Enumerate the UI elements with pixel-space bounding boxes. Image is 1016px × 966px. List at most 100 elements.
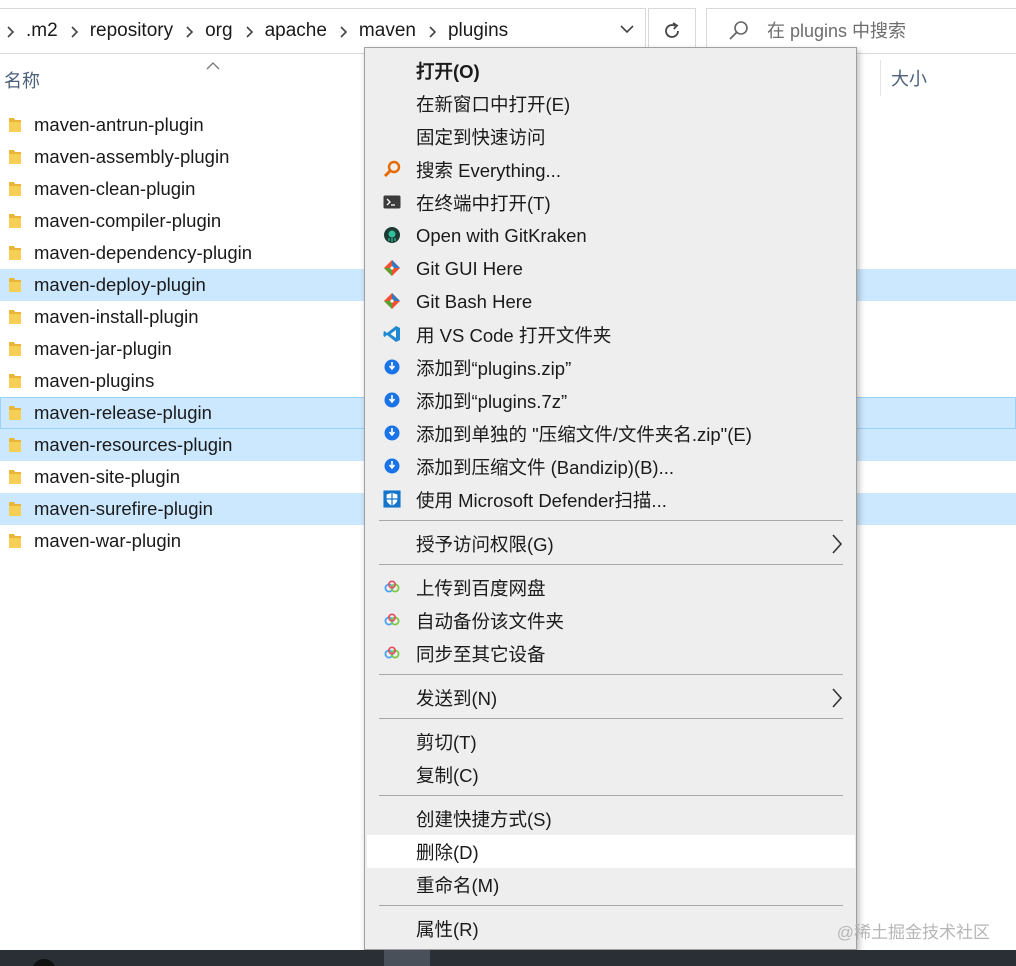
menu-item-create-shortcut[interactable]: 创建快捷方式(S) <box>367 802 855 835</box>
address-bar: .m2 repository org apache maven plugins <box>0 0 1016 54</box>
refresh-icon <box>665 22 679 38</box>
menu-separator <box>379 905 843 906</box>
baidu-netdisk-icon <box>383 578 401 596</box>
chevron-right-icon <box>831 688 843 713</box>
bandizip-icon <box>383 457 401 475</box>
git-diamond-icon <box>383 292 401 310</box>
menu-item-auto-backup[interactable]: 自动备份该文件夹 <box>367 604 855 637</box>
breadcrumb-item[interactable]: .m2 <box>0 20 64 42</box>
folder-icon <box>9 182 21 196</box>
chevron-right-icon[interactable] <box>0 23 22 40</box>
menu-item-defender-scan[interactable]: 使用 Microsoft Defender扫描... <box>367 483 855 516</box>
menu-item-grant-access[interactable]: 授予访问权限(G) <box>367 527 855 560</box>
menu-separator <box>379 520 843 521</box>
breadcrumb-item[interactable]: repository <box>64 20 179 42</box>
menu-item-send-to[interactable]: 发送到(N) <box>367 681 855 714</box>
file-name: maven-release-plugin <box>34 402 212 423</box>
git-diamond-icon <box>383 259 401 277</box>
file-name: maven-compiler-plugin <box>34 210 222 231</box>
context-menu: 打开(O) 在新窗口中打开(E) 固定到快速访问 搜索 Everything..… <box>364 47 857 950</box>
file-name: maven-plugins <box>34 370 155 391</box>
sort-up-icon <box>206 58 220 76</box>
folder-icon <box>9 118 21 132</box>
menu-item-properties[interactable]: 属性(R) <box>367 912 855 945</box>
menu-item-copy[interactable]: 复制(C) <box>367 758 855 791</box>
breadcrumb-item[interactable]: maven <box>333 20 422 42</box>
column-header-size[interactable]: 大小 <box>880 60 927 96</box>
file-name: maven-site-plugin <box>34 466 181 487</box>
menu-item-search-everything[interactable]: 搜索 Everything... <box>367 153 855 186</box>
menu-item-open-vscode[interactable]: 用 VS Code 打开文件夹 <box>367 318 855 351</box>
menu-item-add-bandizip[interactable]: 添加到压缩文件 (Bandizip)(B)... <box>367 450 855 483</box>
folder-icon <box>9 342 21 356</box>
file-name: maven-dependency-plugin <box>34 242 253 263</box>
menu-separator <box>379 795 843 796</box>
menu-item-open-terminal[interactable]: 在终端中打开(T) <box>367 186 855 219</box>
file-name: maven-war-plugin <box>34 530 182 551</box>
menu-separator <box>379 564 843 565</box>
breadcrumb-item[interactable]: plugins <box>422 20 514 42</box>
file-name: maven-resources-plugin <box>34 434 233 455</box>
menu-item-cut[interactable]: 剪切(T) <box>367 725 855 758</box>
menu-item-open-new-window[interactable]: 在新窗口中打开(E) <box>367 87 855 120</box>
menu-separator <box>379 674 843 675</box>
bandizip-icon <box>383 391 401 409</box>
menu-item-add-separate[interactable]: 添加到单独的 "压缩文件/文件夹名.zip"(E) <box>367 417 855 450</box>
breadcrumb-item[interactable]: org <box>179 20 238 42</box>
menu-item-pin-quick-access[interactable]: 固定到快速访问 <box>367 120 855 153</box>
menu-item-git-gui[interactable]: Git GUI Here <box>367 252 855 285</box>
search-icon <box>729 21 748 40</box>
bandizip-icon <box>383 424 401 442</box>
search-input[interactable] <box>767 20 1007 42</box>
folder-icon <box>9 534 21 548</box>
menu-item-delete[interactable]: 删除(D) <box>367 835 855 868</box>
menu-item-add-zip[interactable]: 添加到“plugins.zip” <box>367 351 855 384</box>
folder-icon <box>9 278 21 292</box>
watermark: @稀土掘金技术社区 <box>836 923 990 942</box>
file-name: maven-antrun-plugin <box>34 114 204 135</box>
chevron-right-icon[interactable] <box>64 23 86 40</box>
menu-item-open-gitkraken[interactable]: Open with GitKraken <box>367 219 855 252</box>
gitkraken-icon <box>383 226 401 244</box>
folder-icon <box>9 470 21 484</box>
menu-item-open[interactable]: 打开(O) <box>367 54 855 87</box>
vscode-icon <box>383 325 401 343</box>
folder-icon <box>9 502 21 516</box>
menu-item-rename[interactable]: 重命名(M) <box>367 868 855 901</box>
chevron-right-icon <box>831 534 843 559</box>
chevron-right-icon[interactable] <box>239 23 261 40</box>
menu-item-git-bash[interactable]: Git Bash Here <box>367 285 855 318</box>
folder-icon <box>9 150 21 164</box>
folder-icon <box>9 310 21 324</box>
magnifier-orange-icon <box>383 160 401 178</box>
taskbar <box>0 950 1016 966</box>
file-name: maven-deploy-plugin <box>34 274 206 295</box>
file-name: maven-surefire-plugin <box>34 498 213 519</box>
chevron-right-icon[interactable] <box>333 23 355 40</box>
menu-item-upload-baidu[interactable]: 上传到百度网盘 <box>367 571 855 604</box>
baidu-netdisk-icon <box>383 644 401 662</box>
menu-item-sync-devices[interactable]: 同步至其它设备 <box>367 637 855 670</box>
folder-icon <box>9 406 21 420</box>
folder-icon <box>9 438 21 452</box>
menu-separator <box>379 718 843 719</box>
menu-item-add-7z[interactable]: 添加到“plugins.7z” <box>367 384 855 417</box>
file-name: maven-clean-plugin <box>34 178 196 199</box>
defender-shield-icon <box>383 490 401 508</box>
taskbar-app-icon[interactable] <box>32 959 56 966</box>
chevron-down-icon[interactable] <box>619 21 635 42</box>
taskbar-active-app[interactable] <box>384 950 430 966</box>
column-header-name[interactable]: 名称 <box>4 60 40 100</box>
file-name: maven-assembly-plugin <box>34 146 230 167</box>
baidu-netdisk-icon <box>383 611 401 629</box>
breadcrumb-item[interactable]: apache <box>239 20 333 42</box>
chevron-right-icon[interactable] <box>422 23 444 40</box>
terminal-icon <box>383 193 401 211</box>
folder-icon <box>9 246 21 260</box>
folder-icon <box>9 214 21 228</box>
file-name: maven-jar-plugin <box>34 338 172 359</box>
folder-icon <box>9 374 21 388</box>
bandizip-icon <box>383 358 401 376</box>
chevron-right-icon[interactable] <box>179 23 201 40</box>
file-name: maven-install-plugin <box>34 306 199 327</box>
